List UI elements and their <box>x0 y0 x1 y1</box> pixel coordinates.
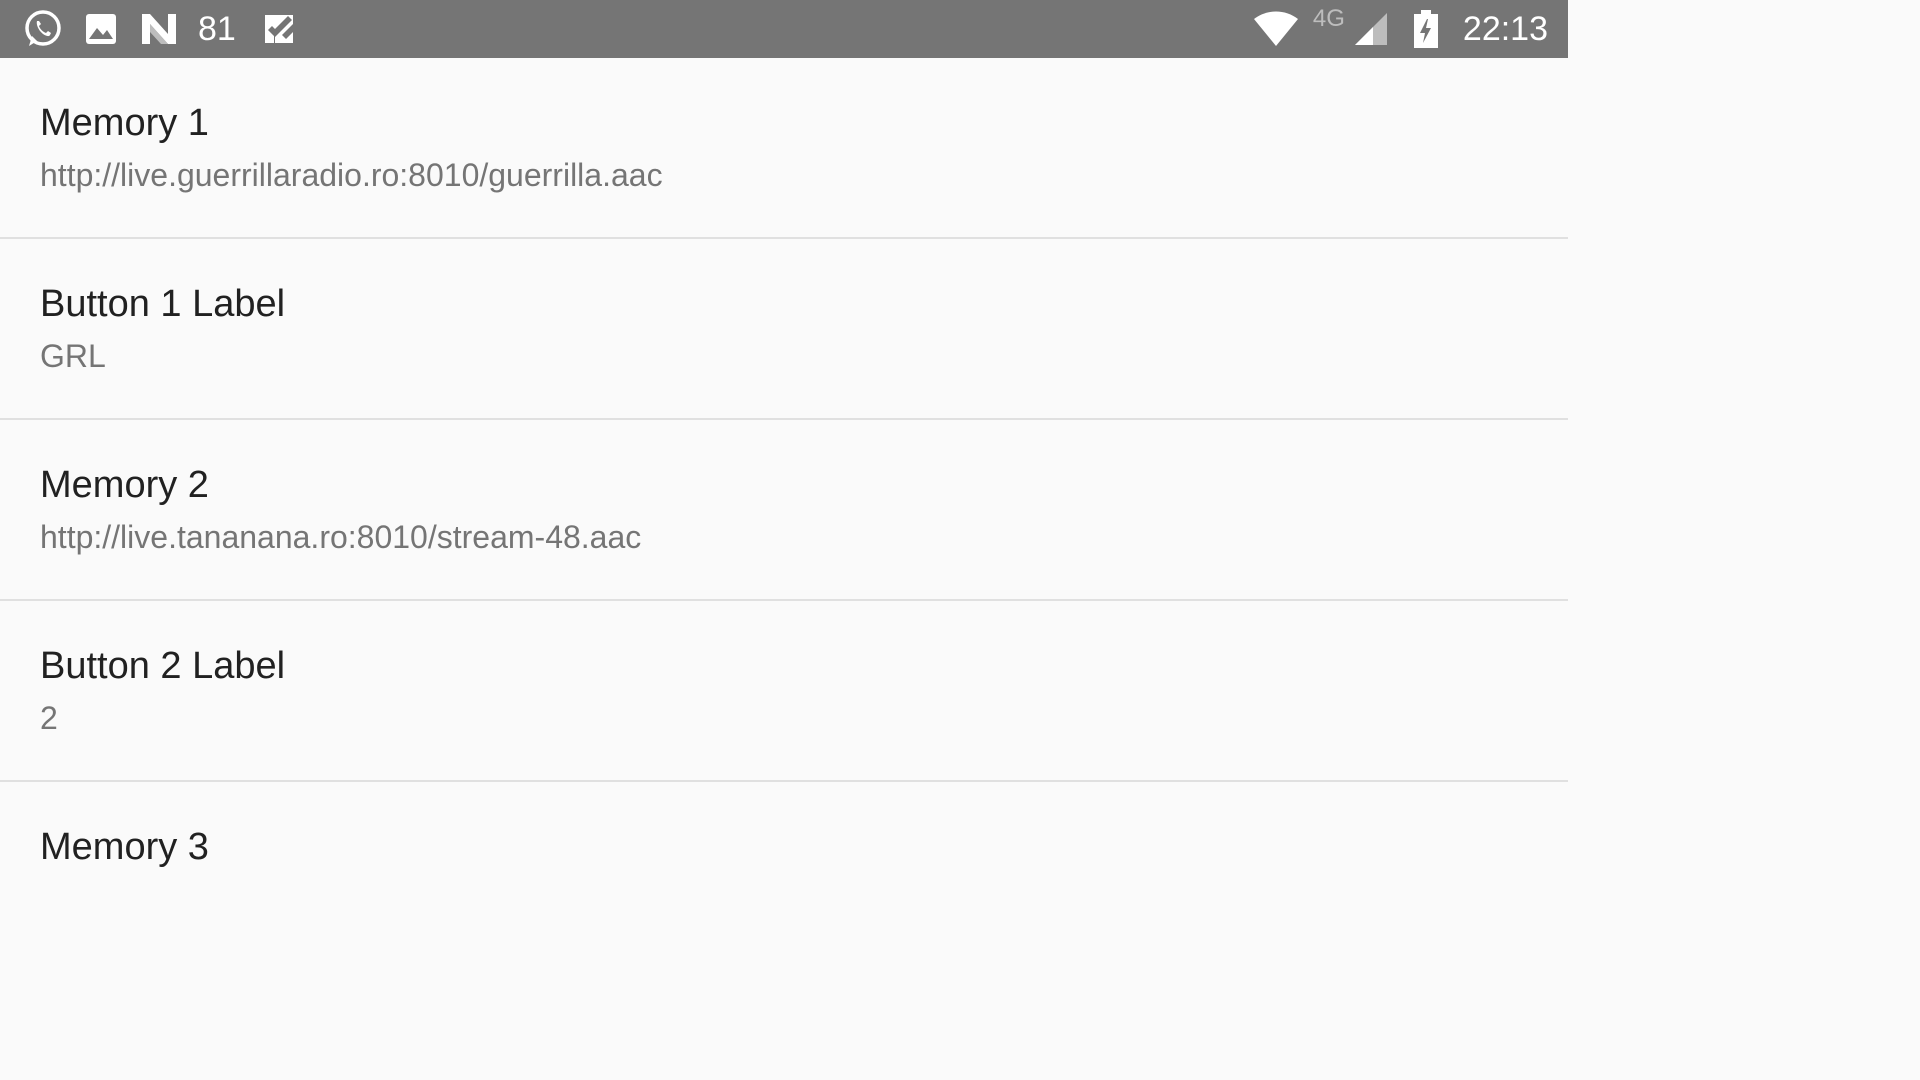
wifi-icon <box>1253 11 1299 47</box>
n-app-icon <box>140 12 178 46</box>
network-type-label: 4G <box>1312 5 1345 32</box>
pref-item-button-1-label[interactable]: Button 1 Label GRL <box>0 239 1568 420</box>
pref-summary: GRL <box>40 338 106 374</box>
pref-item-memory-1[interactable]: Memory 1 http://live.guerrillaradio.ro:8… <box>0 58 1568 239</box>
clock: 22:13 <box>1462 9 1548 48</box>
gallery-icon <box>84 12 118 46</box>
pref-title: Memory 1 <box>40 102 209 144</box>
system-icons: 4G 22:13 <box>1253 0 1548 58</box>
pref-title: Button 1 Label <box>40 283 286 325</box>
check-task-icon <box>262 12 296 46</box>
whatsapp-icon <box>22 8 64 50</box>
pref-title: Memory 3 <box>40 826 209 868</box>
pref-title: Memory 2 <box>40 464 209 506</box>
notification-icons: 81 <box>22 0 296 58</box>
preferences-list: Memory 1 http://live.guerrillaradio.ro:8… <box>0 58 1568 961</box>
pref-summary: http://live.guerrillaradio.ro:8010/guerr… <box>40 157 663 193</box>
signal-icon <box>1353 11 1389 47</box>
notification-count: 81 <box>198 9 236 48</box>
pref-summary: http://live.tananana.ro:8010/stream-48.a… <box>40 519 642 555</box>
battery-charging-icon <box>1413 9 1439 49</box>
pref-item-memory-2[interactable]: Memory 2 http://live.tananana.ro:8010/st… <box>0 420 1568 601</box>
pref-item-button-2-label[interactable]: Button 2 Label 2 <box>0 601 1568 782</box>
pref-title: Button 2 Label <box>40 645 286 687</box>
pref-item-memory-3[interactable]: Memory 3 <box>0 782 1568 961</box>
pref-summary: 2 <box>40 700 58 736</box>
status-bar: 81 4G 22:13 <box>0 0 1568 58</box>
